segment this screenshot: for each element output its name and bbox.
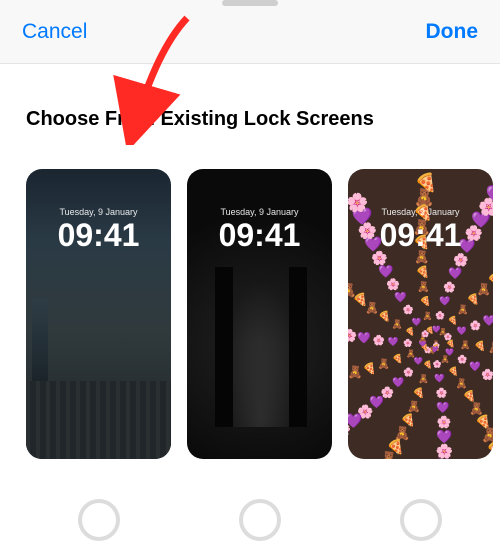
svg-text:🌸: 🌸 (386, 277, 400, 291)
svg-text:💜: 💜 (492, 376, 493, 390)
lock-screen-option-city[interactable]: Tuesday, 9 January 09:41 (26, 169, 171, 459)
svg-text:💜: 💜 (436, 401, 450, 414)
svg-text:💜: 💜 (388, 337, 399, 347)
svg-text:🌸: 🌸 (481, 368, 493, 381)
lock-date: Tuesday, 9 January (348, 207, 493, 217)
svg-text:🧸: 🧸 (407, 400, 420, 413)
svg-text:🧸: 🧸 (417, 280, 430, 293)
svg-text:🍕: 🍕 (423, 360, 432, 369)
svg-text:🧸: 🧸 (378, 358, 390, 370)
lock-screen-option-dark[interactable]: Tuesday, 9 January 09:41 (187, 169, 332, 459)
grabber-handle[interactable] (222, 0, 278, 6)
svg-text:🧸: 🧸 (460, 339, 470, 350)
svg-text:🍕: 🍕 (448, 315, 458, 325)
svg-text:💜: 💜 (483, 314, 493, 327)
svg-text:🍕: 🍕 (420, 295, 431, 306)
svg-text:💜: 💜 (434, 457, 453, 459)
svg-text:💜: 💜 (434, 373, 445, 383)
svg-text:🍕: 🍕 (392, 354, 403, 364)
svg-text:🌸: 🌸 (435, 443, 453, 459)
svg-text:💜: 💜 (457, 325, 468, 335)
svg-text:🍕: 🍕 (487, 271, 493, 286)
svg-text:🍕: 🍕 (474, 340, 486, 352)
svg-text:🍕: 🍕 (415, 171, 437, 192)
selection-radio-row (26, 499, 493, 541)
svg-text:🍕: 🍕 (463, 389, 476, 402)
svg-text:🌸: 🌸 (435, 310, 445, 320)
svg-text:🌸: 🌸 (403, 338, 413, 347)
svg-text:🧸: 🧸 (379, 451, 398, 459)
svg-text:🌸: 🌸 (436, 387, 448, 399)
svg-text:🧸: 🧸 (423, 310, 433, 320)
svg-text:💜: 💜 (414, 357, 424, 366)
svg-text:🍕: 🍕 (348, 368, 349, 383)
svg-text:💜: 💜 (394, 291, 407, 303)
svg-text:🌸: 🌸 (372, 334, 384, 346)
svg-text:🍕: 🍕 (405, 326, 415, 336)
svg-text:🍕: 🍕 (378, 310, 390, 323)
svg-text:🌸: 🌸 (470, 320, 482, 332)
svg-text:💜: 💜 (357, 332, 371, 345)
cancel-button[interactable]: Cancel (22, 20, 87, 44)
svg-text:🧸: 🧸 (491, 453, 493, 459)
lock-time: 09:41 (348, 217, 493, 254)
svg-text:🧸: 🧸 (348, 282, 357, 299)
svg-text:🧸: 🧸 (348, 365, 363, 380)
svg-text:🌸: 🌸 (457, 354, 467, 364)
svg-text:🌸: 🌸 (403, 367, 414, 377)
svg-text:💜: 💜 (486, 184, 493, 204)
svg-text:🌸: 🌸 (348, 420, 351, 438)
svg-text:🧸: 🧸 (406, 349, 415, 358)
svg-text:🧸: 🧸 (418, 374, 429, 385)
svg-text:🌸: 🌸 (443, 280, 456, 293)
select-radio-city[interactable] (78, 499, 120, 541)
svg-text:🌸: 🌸 (348, 327, 357, 342)
select-radio-dark[interactable] (239, 499, 281, 541)
svg-text:🧸: 🧸 (441, 355, 450, 364)
svg-text:🌸: 🌸 (436, 415, 451, 429)
lock-screens-row: Tuesday, 9 January 09:41 Tuesday, 9 Janu… (0, 169, 500, 459)
done-button[interactable]: Done (426, 20, 479, 44)
svg-text:💜: 💜 (412, 317, 422, 326)
lock-date: Tuesday, 9 January (187, 207, 332, 217)
svg-text:💜: 💜 (448, 267, 463, 280)
svg-text:🌸: 🌸 (433, 359, 442, 368)
section-title: Choose From Existing Lock Screens (26, 108, 500, 131)
svg-text:🍕: 🍕 (448, 366, 458, 376)
svg-text:🍕: 🍕 (363, 362, 377, 375)
svg-text:🧸: 🧸 (456, 378, 468, 390)
lock-time: 09:41 (26, 217, 171, 254)
svg-text:🧸: 🧸 (488, 341, 493, 354)
select-radio-emoji[interactable] (400, 499, 442, 541)
svg-text:🌸: 🌸 (403, 304, 414, 315)
lock-date: Tuesday, 9 January (26, 207, 171, 217)
svg-text:💜: 💜 (378, 264, 394, 278)
svg-text:🌸: 🌸 (453, 252, 469, 267)
lock-time: 09:41 (187, 217, 332, 254)
svg-text:💜: 💜 (439, 296, 451, 306)
svg-text:🍕: 🍕 (416, 264, 430, 278)
svg-text:💜: 💜 (436, 429, 453, 444)
lock-screen-option-emoji[interactable]: 🧸🌸🍕💜🧸🌸🍕💜🧸🌸🍕💜🧸🌸🍕💜🧸🌸🍕💜🧸🌸🍕💜🧸🌸🍕💜🧸🌸🍕💜🧸🌸🍕💜🧸🌸🍕💜… (348, 169, 493, 459)
svg-text:🧸: 🧸 (392, 318, 403, 330)
svg-text:🍕: 🍕 (413, 387, 425, 399)
sheet-top-bar: Cancel Done (0, 0, 500, 64)
svg-text:💜: 💜 (469, 361, 481, 372)
